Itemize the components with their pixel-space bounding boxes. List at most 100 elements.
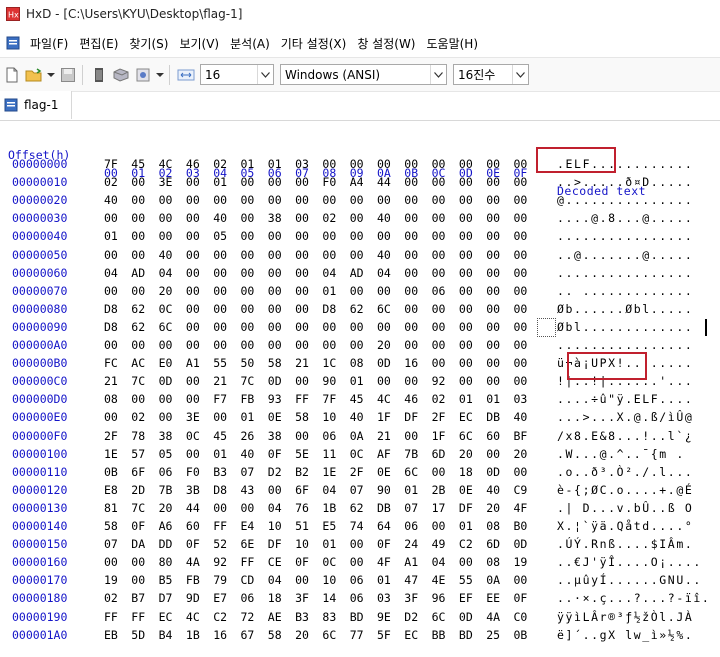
hex-row[interactable]: 00000070 00 00 20 00 00 00 00 00 01 00 00 00 06 00 00 00… [0,282,720,300]
hex-byte[interactable]: 6D [432,445,452,463]
hex-byte[interactable]: 4F [514,499,534,517]
hex-byte[interactable]: 00 [486,282,506,300]
hex-byte[interactable]: 62 [350,300,370,318]
hex-byte[interactable]: 00 [459,300,479,318]
hex-byte[interactable]: 92 [213,553,233,571]
hex-byte[interactable]: 00 [432,300,452,318]
hex-byte[interactable]: 20 [377,336,397,354]
hex-byte[interactable]: 00 [404,427,424,445]
hex-byte[interactable]: 00 [322,155,342,173]
hex-byte[interactable]: B3 [213,463,233,481]
hex-byte[interactable]: FF [213,517,233,535]
hex-byte[interactable]: 21 [104,372,124,390]
hex-byte[interactable]: EC [459,408,479,426]
hex-byte[interactable]: 0F [295,553,315,571]
hex-byte[interactable]: 00 [131,246,151,264]
hex-byte[interactable]: 00 [186,227,206,245]
hex-byte[interactable]: 00 [459,209,479,227]
hex-byte[interactable]: 6C [459,427,479,445]
decoded-text[interactable]: @............... [557,191,693,209]
hex-byte[interactable]: 26 [241,427,261,445]
hex-byte[interactable]: 14 [322,589,342,607]
hex-byte[interactable]: D2 [268,463,288,481]
save-button[interactable] [58,64,78,86]
hex-byte[interactable]: 00 [104,246,124,264]
hex-byte[interactable]: 19 [104,571,124,589]
hex-byte[interactable]: CE [268,553,288,571]
hex-byte[interactable]: 43 [241,481,261,499]
hex-byte[interactable]: 00 [268,336,288,354]
hex-row[interactable]: 000000F0 2F 78 38 0C 45 26 38 00 06 0A 21 00 1F 6C 60 BF… [0,427,720,445]
hex-byte[interactable]: 62 [131,318,151,336]
hex-byte[interactable]: B4 [159,626,179,644]
hex-byte[interactable]: 10 [268,517,288,535]
hex-byte[interactable]: 25 [486,626,506,644]
hex-byte[interactable]: 06 [322,427,342,445]
hex-byte[interactable]: F0 [186,463,206,481]
hex-byte[interactable]: 00 [213,336,233,354]
hex-byte[interactable]: 00 [514,191,534,209]
hex-byte[interactable]: D8 [104,318,124,336]
hex-byte[interactable]: 01 [268,155,288,173]
hex-byte[interactable]: 45 [131,155,151,173]
decoded-text[interactable]: ..€J'ÿÎ....O¡.... [557,553,702,571]
hex-byte[interactable]: 2F [432,408,452,426]
hex-byte[interactable]: 00 [322,246,342,264]
hex-byte[interactable]: 00 [459,282,479,300]
hex-byte[interactable]: 93 [268,390,288,408]
menu-options[interactable]: 기타 설정(X) [277,35,354,52]
hex-byte[interactable]: 0D [514,535,534,553]
hex-byte[interactable]: 00 [459,264,479,282]
hex-byte[interactable]: 3F [404,589,424,607]
decoded-text[interactable]: ë]´..gX lw_ì»½%. [557,626,693,644]
hex-byte[interactable]: 00 [131,553,151,571]
decoded-text[interactable]: ÿÿìLÂr®³ƒ½žÒl.JÀ [557,608,693,626]
hex-byte[interactable]: 07 [350,481,370,499]
hex-byte[interactable]: 2D [131,481,151,499]
hex-byte[interactable]: FF [241,553,261,571]
hex-byte[interactable]: 0B [514,626,534,644]
hex-byte[interactable]: 74 [350,517,370,535]
hex-byte[interactable]: 40 [514,408,534,426]
hex-byte[interactable]: E5 [322,517,342,535]
hex-byte[interactable]: 04 [322,481,342,499]
hex-byte[interactable]: 00 [186,300,206,318]
hex-byte[interactable]: 2F [350,463,370,481]
decoded-text[interactable]: ...>...X.@.ß/ìÛ@ [557,408,693,426]
hex-row[interactable]: 00000140 58 0F A6 60 FF E4 10 51 E5 74 64 06 00 01 08 B0… [0,517,720,535]
hex-byte[interactable]: 08 [486,553,506,571]
charset-select[interactable]: Windows (ANSI) [280,64,447,85]
hex-byte[interactable]: DB [486,408,506,426]
hex-byte[interactable]: 00 [432,246,452,264]
hex-row[interactable]: 000001A0 EB 5D B4 1B 16 67 58 20 6C 77 5F EC BB BD 25 0B… [0,626,720,644]
hex-byte[interactable]: 62 [350,499,370,517]
hex-byte[interactable]: 60 [186,517,206,535]
hex-byte[interactable]: 2B [432,481,452,499]
hex-byte[interactable]: 6C [377,300,397,318]
hex-byte[interactable]: 01 [241,155,261,173]
hex-byte[interactable]: 00 [186,246,206,264]
hex-byte[interactable]: 00 [295,300,315,318]
hex-byte[interactable]: 00 [514,372,534,390]
hex-byte[interactable]: 02 [131,408,151,426]
hex-byte[interactable]: 00 [131,227,151,245]
hex-byte[interactable]: 4C [186,608,206,626]
hex-byte[interactable]: 00 [295,372,315,390]
hex-byte[interactable]: 6F [131,463,151,481]
hex-row[interactable]: 00000160 00 00 80 4A 92 FF CE 0F 0C 00 4F A1 04 00 08 19… [0,553,720,571]
hex-byte[interactable]: C9 [514,481,534,499]
hex-byte[interactable]: 00 [514,246,534,264]
decoded-text[interactable]: .W...@.^..¯{m . [557,445,693,463]
hex-byte[interactable]: B3 [295,608,315,626]
hex-byte[interactable]: 0A [350,427,370,445]
hex-byte[interactable]: 0C [159,300,179,318]
hex-byte[interactable]: 04 [104,264,124,282]
hex-byte[interactable]: BB [432,626,452,644]
hex-byte[interactable]: 62 [131,300,151,318]
hex-byte[interactable]: 00 [459,246,479,264]
hex-byte[interactable]: 24 [404,535,424,553]
hex-byte[interactable]: 00 [186,336,206,354]
hex-byte[interactable]: 46 [404,390,424,408]
hex-row[interactable]: 00000060 04 AD 04 00 00 00 00 00 04 AD 04 00 00 00 00 00… [0,264,720,282]
hex-byte[interactable]: FF [104,608,124,626]
